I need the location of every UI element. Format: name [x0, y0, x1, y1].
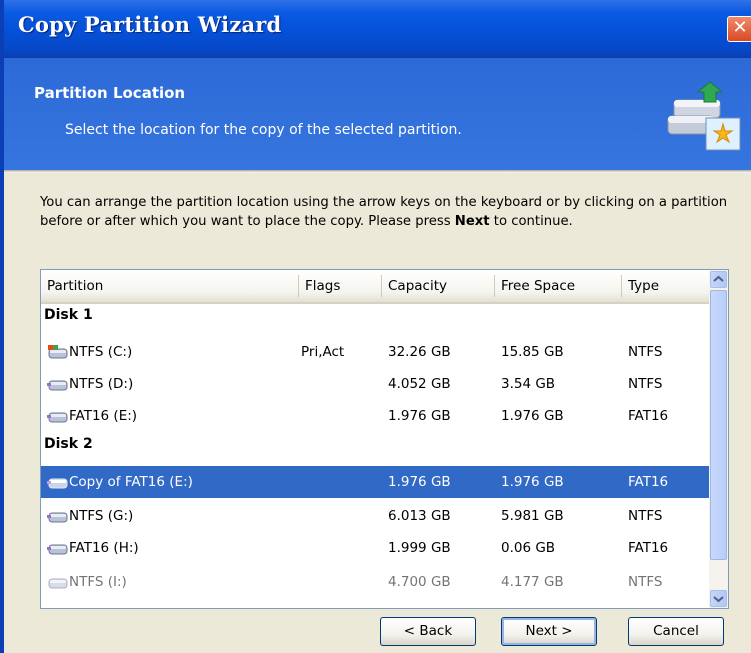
partition-type: FAT16: [628, 540, 669, 556]
partition-name: NTFS (I:): [69, 574, 127, 590]
partition-free-space: 3.54 GB: [501, 376, 556, 392]
partition-type: FAT16: [628, 408, 669, 424]
partition-icon: [47, 380, 68, 391]
scrollbar-thumb[interactable]: [710, 290, 727, 560]
wizard-header: Partition Location Select the location f…: [4, 58, 751, 170]
partition-row-c[interactable]: NTFS (C:) Pri,Act 32.26 GB 15.85 GB NTFS: [41, 336, 709, 368]
back-button[interactable]: < Back: [380, 617, 476, 646]
column-header-type[interactable]: Type: [628, 278, 659, 294]
next-button[interactable]: Next >: [501, 617, 597, 646]
column-header-free-space[interactable]: Free Space: [501, 278, 575, 294]
partition-free-space: 5.981 GB: [501, 508, 564, 524]
partition-name: NTFS (G:): [69, 508, 134, 524]
partition-capacity: 4.700 GB: [388, 574, 451, 590]
partition-capacity: 1.976 GB: [388, 408, 451, 424]
disk-1-label: Disk 1: [44, 307, 93, 323]
partition-free-space: 4.177 GB: [501, 574, 564, 590]
title-bar[interactable]: Copy Partition Wizard ✕: [4, 0, 751, 58]
partition-row-i[interactable]: NTFS (I:) 4.700 GB 4.177 GB NTFS: [41, 566, 709, 598]
partition-list[interactable]: Partition Flags Capacity Free Space Type…: [40, 269, 729, 609]
partition-name: NTFS (D:): [69, 376, 134, 392]
partition-name: Copy of FAT16 (E:): [69, 474, 193, 490]
instructions-part-1: You can arrange the partition location u…: [40, 195, 728, 229]
instructions-next-keyword: Next: [454, 214, 490, 229]
vertical-scrollbar[interactable]: [709, 270, 728, 608]
column-header-capacity[interactable]: Capacity: [388, 278, 447, 294]
column-header-partition[interactable]: Partition: [47, 278, 103, 294]
scroll-down-button[interactable]: [710, 590, 727, 607]
partition-row-copy-e[interactable]: Copy of FAT16 (E:) 1.976 GB 1.976 GB FAT…: [41, 466, 709, 498]
header-subtitle: Select the location for the copy of the …: [65, 122, 462, 138]
partition-free-space: 0.06 GB: [501, 540, 556, 556]
partition-row-g[interactable]: NTFS (G:) 6.013 GB 5.981 GB NTFS: [41, 500, 709, 532]
disk-copy-wizard-icon: [667, 81, 741, 151]
partition-icon: [47, 544, 68, 555]
partition-capacity: 32.26 GB: [388, 344, 451, 360]
column-divider[interactable]: [298, 275, 299, 297]
window-title: Copy Partition Wizard: [18, 12, 282, 37]
column-header-flags[interactable]: Flags: [305, 278, 340, 294]
instructions-part-2: to continue.: [489, 214, 573, 229]
partition-row-h[interactable]: FAT16 (H:) 1.999 GB 0.06 GB FAT16: [41, 532, 709, 564]
copy-partition-wizard-window: Copy Partition Wizard ✕ Partition Locati…: [0, 0, 751, 653]
partition-name: NTFS (C:): [69, 344, 133, 360]
column-divider[interactable]: [621, 275, 622, 297]
partition-capacity: 4.052 GB: [388, 376, 451, 392]
chevron-up-icon: [713, 275, 724, 282]
partition-type: NTFS: [628, 508, 663, 524]
partition-free-space: 1.976 GB: [501, 408, 564, 424]
partition-type: NTFS: [628, 376, 663, 392]
partition-capacity: 1.999 GB: [388, 540, 451, 556]
header-divider: [4, 170, 751, 173]
close-button[interactable]: ✕: [727, 16, 751, 42]
partition-capacity: 6.013 GB: [388, 508, 451, 524]
column-divider[interactable]: [494, 275, 495, 297]
partition-type: FAT16: [628, 474, 669, 490]
cancel-button[interactable]: Cancel: [628, 617, 724, 646]
partition-row-e[interactable]: FAT16 (E:) 1.976 GB 1.976 GB FAT16: [41, 400, 709, 432]
partition-name: FAT16 (H:): [69, 540, 139, 556]
partition-type: NTFS: [628, 574, 663, 590]
partition-capacity: 1.976 GB: [388, 474, 451, 490]
partition-free-space: 15.85 GB: [501, 344, 564, 360]
partition-type: NTFS: [628, 344, 663, 360]
disk-2-label: Disk 2: [44, 436, 93, 452]
header-title: Partition Location: [34, 84, 186, 102]
partition-name: FAT16 (E:): [69, 408, 138, 424]
partition-icon: [47, 512, 68, 523]
list-header: Partition Flags Capacity Free Space Type: [41, 270, 709, 304]
scroll-up-button[interactable]: [710, 271, 727, 288]
partition-copy-icon: [47, 478, 68, 489]
partition-icon: [48, 578, 68, 589]
system-partition-icon: [48, 345, 68, 359]
instructions-text: You can arrange the partition location u…: [40, 193, 730, 231]
chevron-down-icon: [713, 596, 724, 603]
partition-icon: [47, 412, 68, 423]
partition-free-space: 1.976 GB: [501, 474, 564, 490]
column-divider[interactable]: [381, 275, 382, 297]
partition-row-d[interactable]: NTFS (D:) 4.052 GB 3.54 GB NTFS: [41, 368, 709, 400]
partition-flags: Pri,Act: [301, 344, 345, 360]
